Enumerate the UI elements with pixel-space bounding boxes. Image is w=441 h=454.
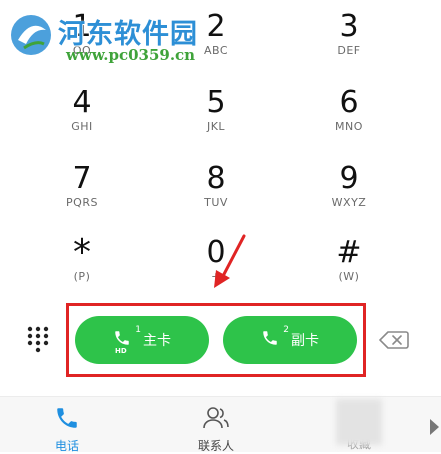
sim-number: 2 [283, 325, 289, 335]
dialpad-toggle-button[interactable] [26, 325, 50, 353]
dialpad-grid-icon [27, 326, 49, 353]
tab-contacts-label: 联系人 [197, 439, 234, 453]
call-sim1-label: 主卡 [143, 333, 171, 349]
blurred-area [336, 399, 382, 445]
hd-badge: HD [115, 347, 127, 355]
next-arrow-icon[interactable] [430, 419, 439, 435]
phone-sim1-icon: 1 HD [113, 325, 141, 355]
call-action-row: 1 HD 主卡 2 副卡 [0, 300, 441, 380]
backspace-icon [379, 331, 409, 349]
tab-phone[interactable]: 电话 [22, 405, 112, 454]
sim-number: 1 [135, 325, 141, 335]
call-sim1-button[interactable]: 1 HD 主卡 [75, 316, 209, 364]
phone-sim2-icon: 2 [261, 325, 289, 351]
bottom-navigation: 电话 联系人 收藏 [0, 396, 441, 454]
backspace-button[interactable] [379, 330, 409, 350]
contacts-icon [203, 407, 229, 429]
tab-phone-label: 电话 [54, 439, 79, 453]
call-sim2-button[interactable]: 2 副卡 [223, 316, 357, 364]
annotation-arrow-icon [214, 234, 246, 288]
tab-contacts[interactable]: 联系人 [171, 405, 261, 454]
phone-icon [57, 408, 77, 428]
call-sim2-label: 副卡 [291, 333, 319, 349]
